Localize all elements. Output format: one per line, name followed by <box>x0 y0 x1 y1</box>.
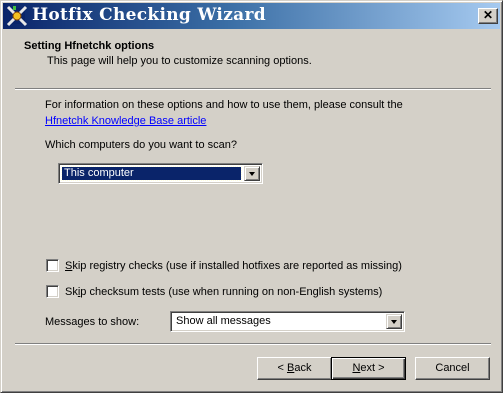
computers-dropdown[interactable]: This computer <box>58 163 263 184</box>
info-text: For information on these options and how… <box>45 99 403 111</box>
close-icon: ✕ <box>482 8 494 22</box>
skip-checksum-checkbox[interactable] <box>46 285 59 298</box>
skip-registry-checkbox[interactable] <box>46 259 59 272</box>
close-button[interactable]: ✕ <box>478 8 498 24</box>
knowledge-base-link[interactable]: Hfnetchk Knowledge Base article <box>45 115 206 127</box>
header-divider <box>15 88 491 90</box>
title-bar[interactable]: Hotfix Checking Wizard ✕ <box>3 3 500 29</box>
skip-checksum-label[interactable]: Skip checksum tests (use when running on… <box>65 286 382 298</box>
window-title: Hotfix Checking Wizard <box>32 5 266 25</box>
wizard-header: Setting Hfnetchk options This page will … <box>3 30 500 78</box>
skip-registry-label[interactable]: Skip registry checks (use if installed h… <box>65 260 402 272</box>
wizard-window: Hotfix Checking Wizard ✕ Setting Hfnetch… <box>0 0 503 393</box>
messages-dropdown-button[interactable] <box>386 314 402 329</box>
messages-dropdown[interactable]: Show all messages <box>170 311 405 332</box>
page-subtitle: This page will help you to customize sca… <box>47 55 312 67</box>
computers-dropdown-button[interactable] <box>244 166 260 181</box>
footer-divider <box>15 343 491 345</box>
messages-dropdown-value: Show all messages <box>176 315 271 327</box>
back-button[interactable]: < Back <box>257 357 332 380</box>
wizard-icon <box>6 5 28 27</box>
page-title: Setting Hfnetchk options <box>24 40 155 52</box>
chevron-down-icon <box>391 320 397 324</box>
computers-dropdown-value: This computer <box>61 166 242 181</box>
next-button[interactable]: Next > <box>331 357 406 380</box>
computers-label: Which computers do you want to scan? <box>45 139 237 151</box>
messages-label: Messages to show: <box>45 316 140 328</box>
cancel-button[interactable]: Cancel <box>415 357 490 380</box>
chevron-down-icon <box>249 172 255 176</box>
